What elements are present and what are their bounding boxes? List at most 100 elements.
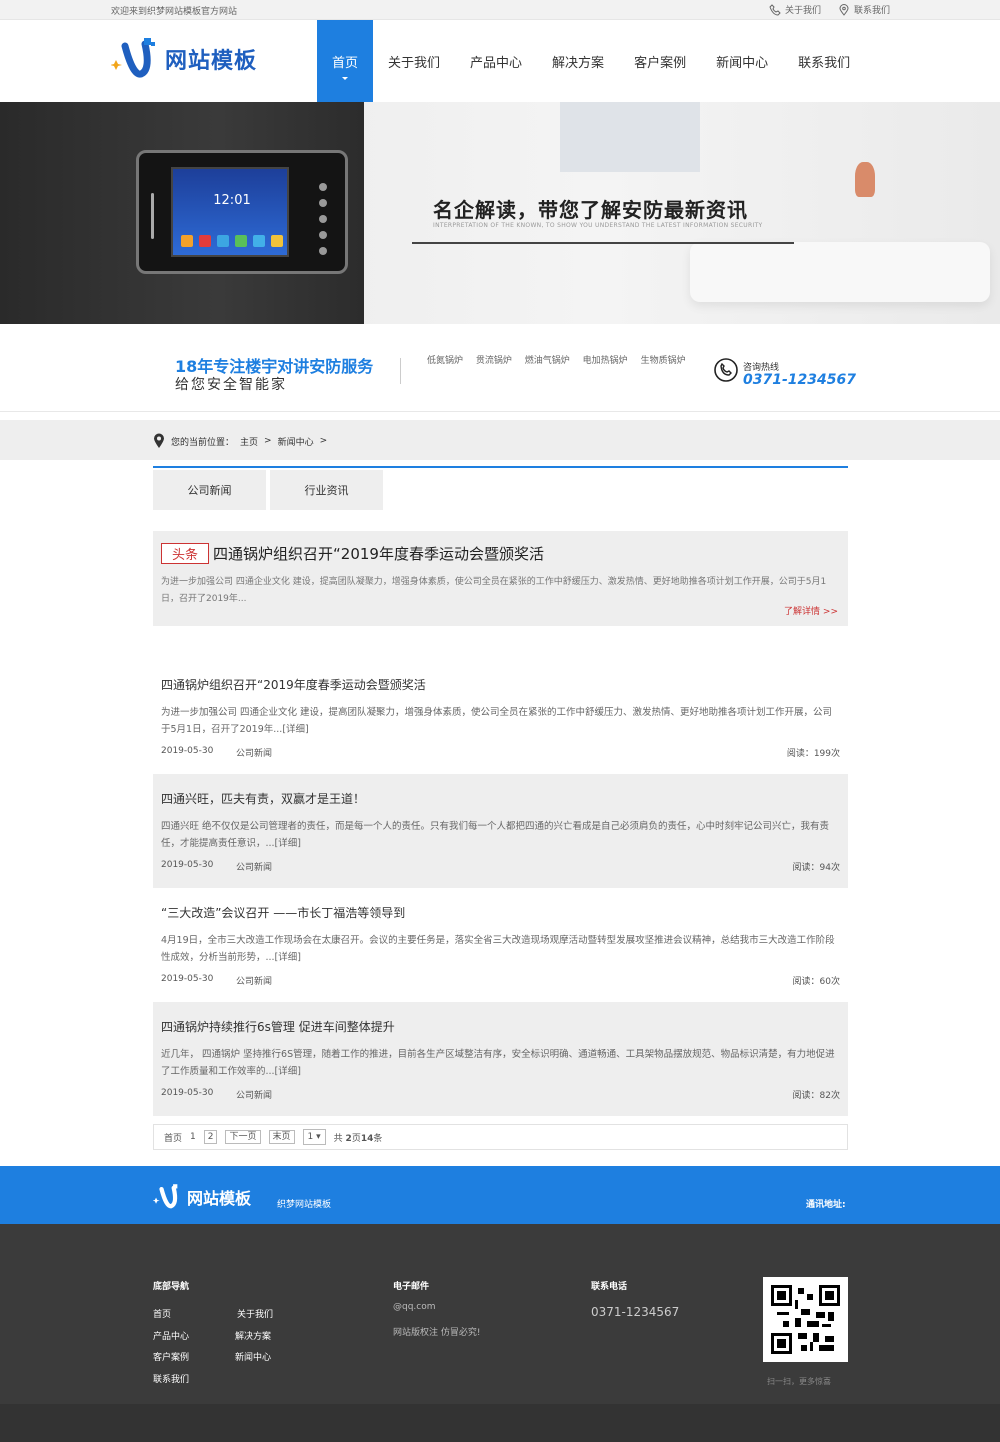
footer-nav-about[interactable]: 关于我们 (237, 1307, 273, 1320)
tab-industry-news[interactable]: 行业资讯 (270, 470, 383, 510)
keyword-link[interactable]: 生物质锅炉 (641, 356, 686, 366)
hotline-phone-icon (714, 358, 738, 382)
footer-phone: 0371-1234567 (591, 1305, 680, 1319)
news-category[interactable]: 公司新闻 (236, 974, 272, 987)
logo-mark-icon (111, 38, 155, 78)
location-pin-icon (839, 3, 849, 16)
hotline-number: 0371-1234567 (743, 372, 856, 388)
location-pin-icon (154, 433, 164, 448)
news-title[interactable]: “三大改造”会议召开 ——市长丁福浩等领导到 (161, 904, 405, 921)
news-title[interactable]: 四通锅炉持续推行6s管理 促进车间整体提升 (161, 1018, 395, 1035)
qr-code-icon (771, 1285, 840, 1354)
tabs-underline (153, 466, 848, 468)
keyword-link[interactable]: 低氮锅炉 (427, 356, 463, 366)
footer: 底部导航 首页 关于我们 产品中心 解决方案 客户案例 新闻中心 联系我们 电子… (0, 1224, 1000, 1404)
top-about-link[interactable]: 关于我们 (769, 3, 821, 16)
pager-page-1: 1 (190, 1132, 196, 1142)
footer-nav-home[interactable]: 首页 (153, 1307, 171, 1320)
headline-desc: 为进一步加强公司 四通企业文化 建设，提高团队凝聚力，增强身体素质，使公司全员在… (161, 577, 827, 604)
footer-nav-contact[interactable]: 联系我们 (153, 1372, 189, 1385)
breadcrumb-separator: > (264, 436, 272, 446)
headline-title[interactable]: 四通锅炉组织召开“2019年度春季运动会暨颁奖活 (213, 543, 544, 564)
news-item[interactable]: “三大改造”会议召开 ——市长丁福浩等领导到 4月19日，全市三大改造工作现场会… (153, 888, 848, 1002)
footer-brand-subtitle: 织梦网站模板 (277, 1200, 332, 1210)
top-contact-label: 联系我们 (854, 6, 891, 16)
keyword-links: 低氮锅炉 贯流锅炉 燃油气锅炉 电加热锅炉 生物质锅炉 (427, 355, 697, 368)
pager-page-2[interactable]: 2 (203, 1130, 218, 1144)
pager-last[interactable]: 末页 (268, 1130, 295, 1144)
news-desc: 4月19日，全市三大改造工作现场会在太康召开。会议的主要任务是，落实全省三大改造… (161, 935, 835, 963)
pager-page-select[interactable]: 1 ▾ (302, 1129, 326, 1145)
pager-select-value: 1 (307, 1132, 314, 1142)
pager-total-items: 14 (360, 1133, 374, 1144)
footer-nav-cases[interactable]: 客户案例 (153, 1350, 189, 1363)
footer-nav-news[interactable]: 新闻中心 (235, 1350, 271, 1363)
headline-badge: 头条 (161, 543, 209, 564)
footer-phone-title: 联系电话 (591, 1282, 628, 1292)
news-desc: 为进一步加强公司 四通企业文化 建设，提高团队凝聚力，增强身体素质，使公司全员在… (161, 707, 833, 735)
nav-cases[interactable]: 客户案例 (619, 20, 701, 102)
header: 网站模板 首页 关于我们 产品中心 解决方案 客户案例 新闻中心 联系我们 (0, 20, 1000, 102)
pager-next[interactable]: 下一页 (225, 1130, 261, 1144)
headline-news[interactable]: 头条 四通锅炉组织召开“2019年度春季运动会暨颁奖活 为进一步加强公司 四通企… (153, 531, 848, 626)
banner-vase (855, 162, 875, 197)
footer-email[interactable]: @qq.com (393, 1302, 436, 1312)
news-date: 2019-05-30 (161, 1088, 214, 1098)
breadcrumb: 您的当前位置： 主页 > 新闻中心 > (0, 420, 1000, 460)
footer-brand-band: 网站模板 织梦网站模板 通讯地址: (0, 1166, 1000, 1224)
news-reads: 阅读：60次 (792, 977, 840, 987)
device-screen: 12:01 (171, 167, 289, 257)
device-clock: 12:01 (213, 193, 251, 208)
news-title[interactable]: 四通锅炉组织召开“2019年度春季运动会暨颁奖活 (161, 676, 426, 693)
footer-email-title: 电子邮件 (393, 1282, 430, 1292)
news-item[interactable]: 四通兴旺，匹夫有责，双赢才是王道！ 四通兴旺 绝不仅仅是公司管理者的责任，而是每… (153, 774, 848, 888)
breadcrumb-current[interactable]: 新闻中心 (278, 435, 314, 448)
breadcrumb-label: 您的当前位置： (171, 437, 235, 448)
news-reads: 阅读：94次 (792, 863, 840, 873)
slogan-divider (400, 358, 401, 384)
banner-dark-panel: 12:01 (0, 102, 364, 324)
breadcrumb-home[interactable]: 主页 (240, 435, 258, 448)
nav-solutions[interactable]: 解决方案 (537, 20, 619, 102)
top-contact-link[interactable]: 联系我们 (838, 3, 890, 16)
keyword-link[interactable]: 电加热锅炉 (583, 356, 628, 366)
hero-banner[interactable]: 12:01 名企解读，带您了解安防最新资讯 INTERPRETATION OF … (0, 102, 1000, 324)
main-nav: 首页 关于我们 产品中心 解决方案 客户案例 新闻中心 联系我们 (317, 20, 865, 102)
footer-address-label: 通讯地址: (806, 1200, 846, 1210)
banner-title: 名企解读，带您了解安防最新资讯 (433, 198, 748, 222)
news-category[interactable]: 公司新闻 (236, 746, 272, 759)
nav-about[interactable]: 关于我们 (373, 20, 455, 102)
keyword-link[interactable]: 燃油气锅炉 (525, 356, 570, 366)
news-item[interactable]: 四通锅炉持续推行6s管理 促进车间整体提升 近几年， 四通锅炉 坚持推行6S管理… (153, 1002, 848, 1116)
phone-icon (769, 3, 781, 16)
headline-more-link[interactable]: 了解详情 >> (784, 604, 838, 617)
footer-logo[interactable]: 网站模板 (153, 1183, 251, 1211)
news-desc: 近几年， 四通锅炉 坚持推行6S管理，随着工作的推进，目前各生产区域整洁有序，安… (161, 1049, 835, 1077)
pagination: 首页 1 2 下一页 末页 1 ▾ 共 2页14条 (153, 1124, 848, 1150)
news-date: 2019-05-30 (161, 974, 214, 984)
nav-products[interactable]: 产品中心 (455, 20, 537, 102)
footer-nav-products[interactable]: 产品中心 (153, 1329, 189, 1342)
keyword-link[interactable]: 贯流锅炉 (476, 356, 512, 366)
site-logo[interactable]: 网站模板 (111, 36, 257, 82)
footer-nav-solutions[interactable]: 解决方案 (235, 1329, 271, 1342)
news-title[interactable]: 四通兴旺，匹夫有责，双赢才是王道！ (161, 790, 365, 807)
pager-total: 共 2页14条 (334, 1131, 383, 1144)
tab-company-news[interactable]: 公司新闻 (153, 470, 266, 510)
news-category[interactable]: 公司新闻 (236, 1088, 272, 1101)
news-desc: 四通兴旺 绝不仅仅是公司管理者的责任，而是每一个人的责任。只有我们每一个人都把四… (161, 821, 830, 849)
qr-caption: 扫一扫，更多惊喜 (767, 1377, 831, 1386)
banner-divider (412, 242, 794, 244)
slogan-secondary: 给您安全智能家 (175, 377, 287, 393)
logo-mark-icon (153, 1184, 178, 1209)
banner-subtitle: INTERPRETATION OF THE KNOWN, TO SHOW YOU… (433, 222, 763, 229)
nav-news[interactable]: 新闻中心 (701, 20, 783, 102)
nav-home[interactable]: 首页 (317, 20, 374, 102)
top-about-label: 关于我们 (785, 6, 822, 16)
nav-contact[interactable]: 联系我们 (783, 20, 865, 102)
pager-first[interactable]: 首页 (164, 1131, 182, 1144)
top-bar: 欢迎来到织梦网站模板官方网站 关于我们 联系我们 (0, 0, 1000, 20)
news-date: 2019-05-30 (161, 860, 214, 870)
news-category[interactable]: 公司新闻 (236, 860, 272, 873)
news-item[interactable]: 四通锅炉组织召开“2019年度春季运动会暨颁奖活 为进一步加强公司 四通企业文化… (153, 660, 848, 774)
